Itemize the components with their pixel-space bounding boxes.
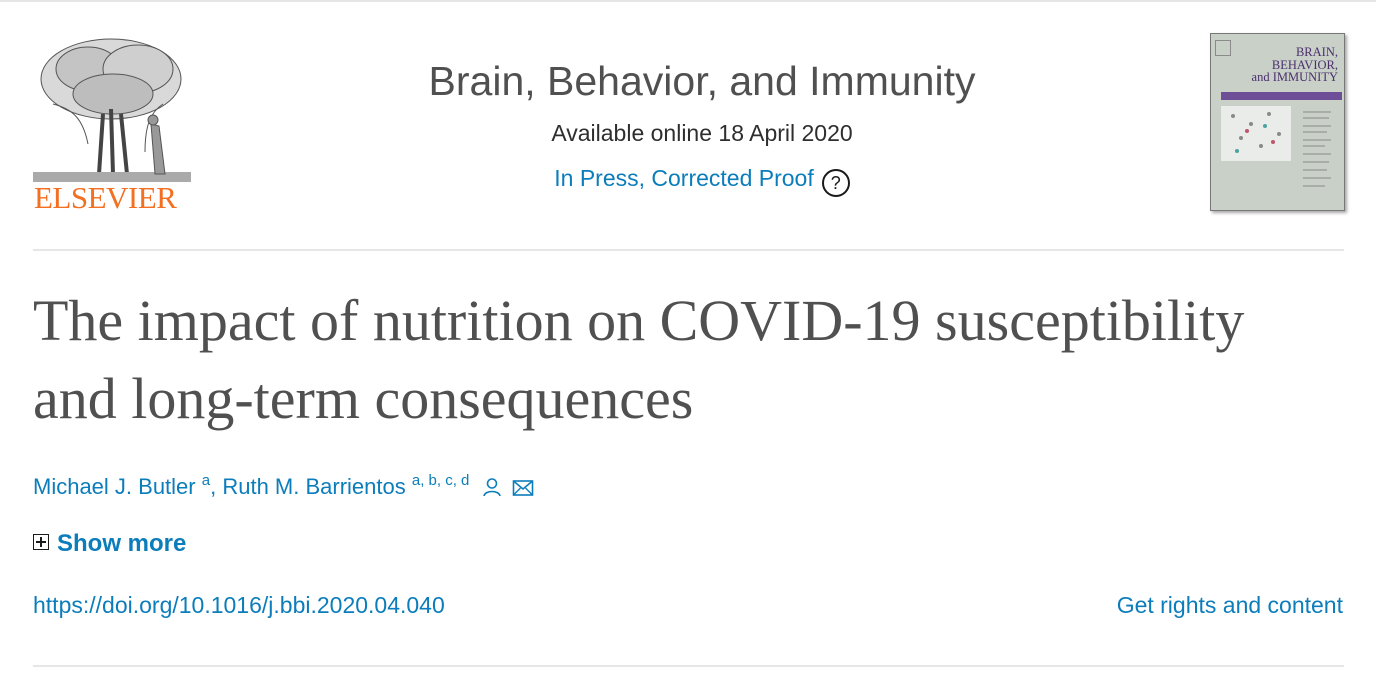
author-separator: , [210, 474, 223, 499]
bottom-divider [33, 665, 1344, 667]
author-affiliation[interactable]: a, b, c, d [412, 472, 470, 489]
author-list: Michael J. Butler a, Ruth M. Barrientos … [33, 472, 534, 503]
author-link[interactable]: Michael J. Butler [33, 474, 196, 499]
article-status: In Press, Corrected Proof? [0, 165, 1376, 197]
cover-color-band [1221, 92, 1342, 100]
status-link[interactable]: In Press, Corrected Proof [554, 165, 814, 191]
doi-link[interactable]: https://doi.org/10.1016/j.bbi.2020.04.04… [33, 592, 445, 619]
cover-title-line: and IMMUNITY [1251, 70, 1338, 84]
author-link[interactable]: Ruth M. Barrientos [222, 474, 405, 499]
journal-cover-thumbnail[interactable]: BRAIN, BEHAVIOR, and IMMUNITY [1210, 33, 1345, 211]
expand-plus-icon [33, 534, 49, 550]
person-icon[interactable] [482, 477, 502, 503]
cover-title-line: BRAIN, [1295, 45, 1338, 59]
author-affiliation[interactable]: a [202, 472, 210, 489]
cover-artwork [1221, 106, 1331, 187]
rights-link[interactable]: Get rights and content [1117, 592, 1343, 619]
help-icon[interactable]: ? [821, 169, 850, 197]
email-icon[interactable] [512, 477, 534, 503]
journal-title-link[interactable]: Brain, Behavior, and Immunity [0, 58, 1376, 105]
show-more-label: Show more [57, 530, 187, 557]
show-more-button[interactable]: Show more [33, 530, 186, 558]
cover-title: BRAIN, BEHAVIOR, and IMMUNITY [1213, 46, 1338, 84]
header-divider [33, 249, 1344, 251]
article-title: The impact of nutrition on COVID-19 susc… [33, 288, 1245, 431]
top-border [0, 0, 1376, 2]
availability-date: Available online 18 April 2020 [551, 120, 853, 146]
